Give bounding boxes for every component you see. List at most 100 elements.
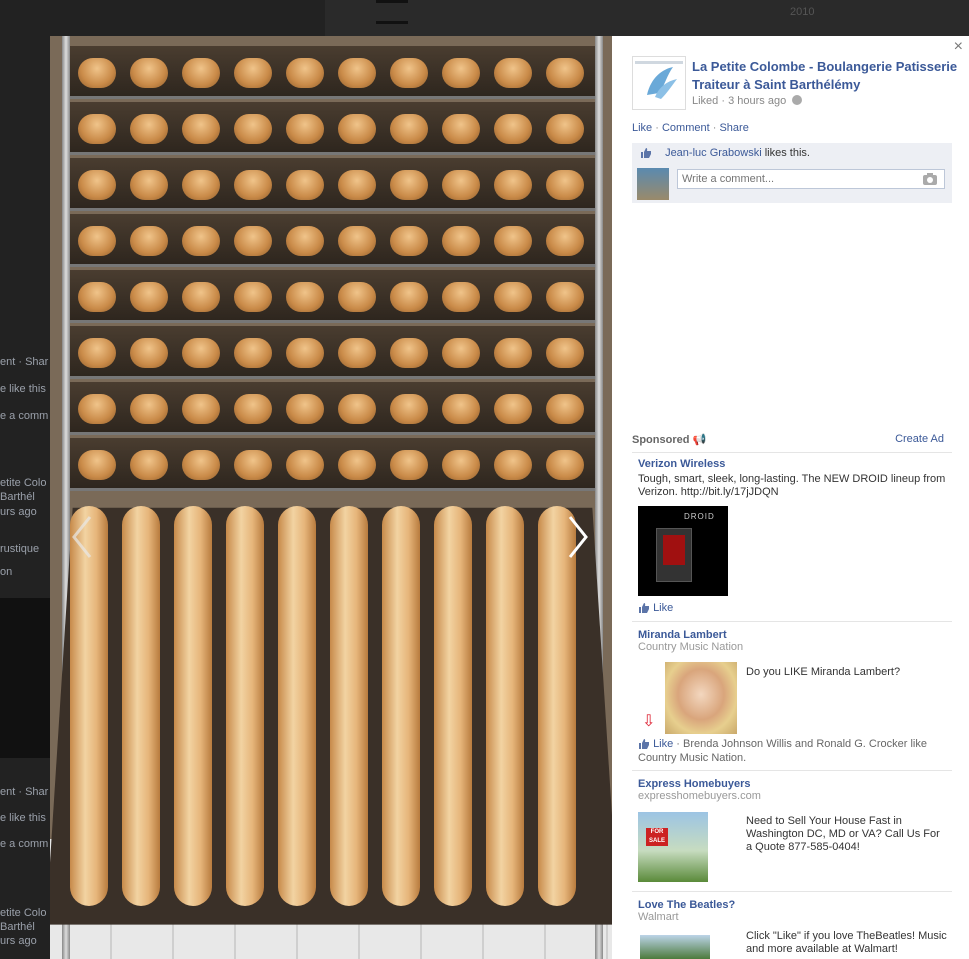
baguette [382,506,420,906]
bread-roll [442,58,480,88]
ad-image[interactable] [665,662,737,734]
comment-input[interactable] [677,169,945,189]
background-text-fragment: ent · Shar [0,786,49,798]
bread-roll [546,394,584,424]
page-logo[interactable] [632,56,686,110]
bread-roll [286,170,324,200]
for-sale-sign: FOR SALE [646,828,668,846]
baguette [226,506,264,906]
bread-roll [494,170,532,200]
close-icon[interactable]: × [954,38,963,56]
bread-tray-row [64,158,598,211]
bread-roll [390,58,428,88]
background-text-fragment: Barthél [0,491,35,503]
likes-suffix: likes this. [761,147,810,159]
bread-roll [338,58,376,88]
baguette [278,506,316,906]
background-text-fragment: ent · Shar [0,356,49,368]
ad-walmart-beatles: Love The Beatles? Walmart Click "Like" i… [638,899,952,959]
share-link[interactable]: Share [719,122,748,134]
bread-roll [130,338,168,368]
post-meta: Liked · 3 hours ago [692,95,803,107]
photo-viewer [50,36,612,959]
ad-image[interactable]: DROID [638,506,728,596]
bread-tray-row [64,46,598,99]
ad-image-text: DROID [684,512,715,521]
bread-roll [494,282,532,312]
bread-roll [286,394,324,424]
phone-graphic [656,528,692,582]
bread-roll [390,282,428,312]
comment-link[interactable]: Comment [662,122,710,134]
ad-subtitle: expresshomebuyers.com [638,790,761,802]
bread-roll [442,394,480,424]
bread-roll [234,58,272,88]
bread-roll [234,226,272,256]
background-text-fragment: urs ago [0,935,37,947]
bread-roll [130,282,168,312]
bread-roll [130,170,168,200]
ad-title[interactable]: Love The Beatles? [638,899,952,911]
ad-body: Do you LIKE Miranda Lambert? [746,666,901,678]
bread-roll [286,114,324,144]
create-ad-link[interactable]: Create Ad [895,433,944,445]
ad-body: Need to Sell Your House Fast in Washingt… [746,815,940,853]
down-arrow-icon: ⇩ [642,713,656,730]
bread-tray-row [64,438,598,491]
bread-roll [494,226,532,256]
bread-roll [234,338,272,368]
bread-roll [338,282,376,312]
bread-roll [182,394,220,424]
bread-roll [494,114,532,144]
bread-roll [442,114,480,144]
previous-photo-arrow[interactable] [70,515,94,559]
like-link[interactable]: Like [632,122,652,134]
bread-roll [546,450,584,480]
bread-roll [130,226,168,256]
globe-icon [792,95,803,105]
ad-like-button[interactable]: Like [653,738,673,750]
background-text-fragment: e a comm [0,838,49,850]
ad-image[interactable] [640,935,710,959]
ad-title[interactable]: Express Homebuyers [638,778,952,790]
bread-roll [494,450,532,480]
post-time[interactable]: 3 hours ago [728,95,786,107]
bread-roll [442,450,480,480]
likes-summary: Jean-luc Grabowski likes this. [640,147,810,159]
sponsored-label: Sponsored [632,434,690,446]
bread-roll [234,394,272,424]
bread-roll [130,394,168,424]
ad-like-button[interactable]: Like [638,602,673,614]
year-label: 2010 [790,6,815,18]
bread-roll [442,226,480,256]
ad-title[interactable]: Miranda Lambert [638,629,952,641]
ad-subtitle: Walmart [638,911,679,923]
next-photo-arrow[interactable] [566,515,590,559]
bread-roll [338,394,376,424]
bread-roll [286,338,324,368]
bread-roll [286,58,324,88]
liker-name[interactable]: Jean-luc Grabowski [665,147,762,159]
bread-roll [286,282,324,312]
avatar[interactable] [637,168,669,200]
thumbs-up-icon [638,602,650,614]
bread-roll [234,282,272,312]
page-name-link[interactable]: La Petite Colombe - Boulangerie Patisser… [692,58,962,94]
ad-like-label: Like [653,602,674,614]
background-text-fragment: etite Colo [0,907,47,919]
sponsored-header: Sponsored 📢 Create Ad [632,433,952,446]
thumbs-up-icon [638,738,650,750]
camera-icon[interactable] [922,172,938,186]
bread-roll [546,58,584,88]
background-text-fragment: e a comm [0,410,49,422]
bread-roll [182,170,220,200]
bread-roll [390,170,428,200]
ad-image[interactable]: FOR SALE [638,812,708,882]
bread-roll [442,338,480,368]
bread-roll [234,450,272,480]
ad-title[interactable]: Verizon Wireless [638,458,952,470]
baguette [122,506,160,906]
bread-tray-row [64,270,598,323]
bread-roll [78,170,116,200]
bread-roll [182,226,220,256]
